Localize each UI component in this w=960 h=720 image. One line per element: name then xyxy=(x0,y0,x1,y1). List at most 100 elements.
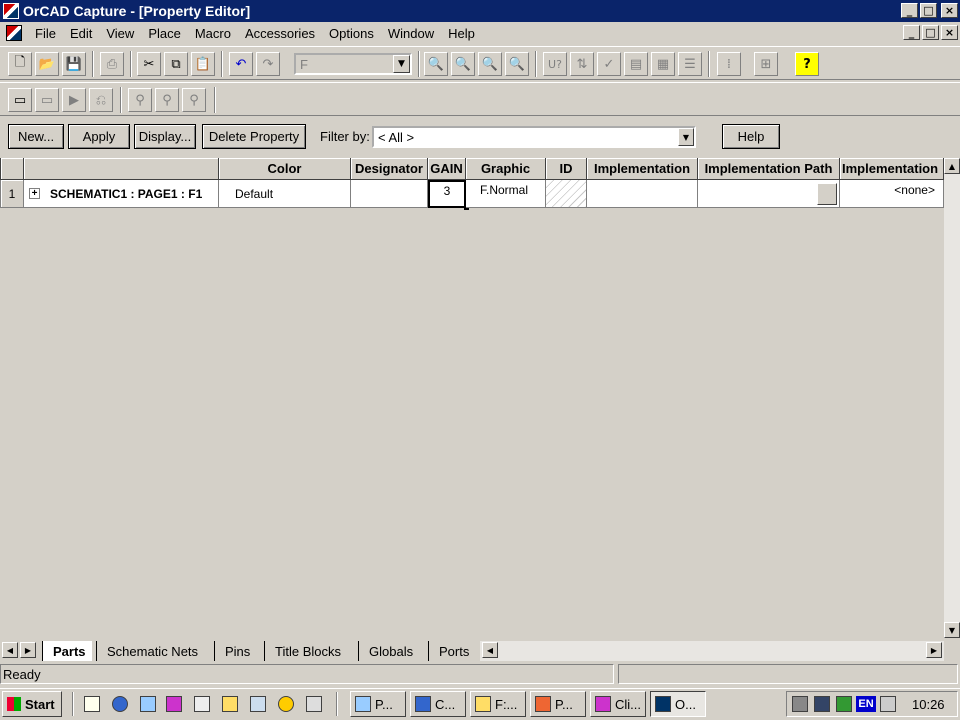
close-button[interactable]: × xyxy=(941,3,958,18)
quick-launch-notepad-icon[interactable] xyxy=(84,696,100,712)
bill-of-materials-icon[interactable]: ☰ xyxy=(678,52,702,76)
gain-cell[interactable]: 3 xyxy=(428,180,466,208)
quick-launch-misc-icon[interactable] xyxy=(306,696,322,712)
internet-explorer-icon[interactable] xyxy=(112,696,128,712)
display-button[interactable]: Display... xyxy=(134,124,196,149)
tab-globals[interactable]: Globals xyxy=(358,641,419,661)
cross-reference-icon[interactable]: ▦ xyxy=(651,52,675,76)
task-button-1[interactable]: P... xyxy=(350,691,406,717)
help-button[interactable]: Help xyxy=(722,124,780,149)
task-button-5[interactable]: Cli... xyxy=(590,691,646,717)
speaker-icon[interactable] xyxy=(792,696,808,712)
menu-edit[interactable]: Edit xyxy=(63,26,99,41)
menu-view[interactable]: View xyxy=(99,26,141,41)
language-indicator[interactable]: EN xyxy=(856,696,876,712)
step-icon[interactable]: ⎌ xyxy=(89,88,113,112)
paste-icon[interactable]: 📋 xyxy=(191,52,215,76)
designator-cell[interactable] xyxy=(351,180,428,208)
column-header-color[interactable]: Color xyxy=(219,158,351,180)
zoom-all-icon[interactable]: 🔍 xyxy=(505,52,529,76)
task-button-2[interactable]: C... xyxy=(410,691,466,717)
project-manager-icon[interactable]: ⊞ xyxy=(754,52,778,76)
doc-maximize-button[interactable]: □ xyxy=(922,25,939,40)
menu-accessories[interactable]: Accessories xyxy=(238,26,322,41)
folder-icon[interactable] xyxy=(222,696,238,712)
run-icon[interactable]: ▶ xyxy=(62,88,86,112)
back-annotate-icon[interactable]: ⇅ xyxy=(570,52,594,76)
tab-parts[interactable]: Parts xyxy=(42,641,92,661)
color-cell[interactable]: Default xyxy=(219,180,351,208)
quick-launch-search-icon[interactable] xyxy=(140,696,156,712)
implementation-type-cell[interactable]: <none> xyxy=(840,180,944,208)
design-rules-check-icon[interactable]: ✓ xyxy=(597,52,621,76)
tray-umbrella-icon[interactable] xyxy=(836,696,852,712)
scroll-down-icon[interactable]: ▼ xyxy=(944,622,960,638)
tab-ports[interactable]: Ports xyxy=(428,641,475,661)
tab-pins[interactable]: Pins xyxy=(214,641,256,661)
name-column-header[interactable] xyxy=(24,158,219,180)
network-icon[interactable] xyxy=(814,696,830,712)
find-all-icon[interactable]: ⚲ xyxy=(182,88,206,112)
zoom-area-icon[interactable]: 🔍 xyxy=(478,52,502,76)
column-header-gain[interactable]: GAIN xyxy=(428,158,466,180)
tab-scroll-left-icon[interactable]: ◀ xyxy=(2,642,18,658)
hscroll-right-icon[interactable]: ▶ xyxy=(926,642,942,658)
tray-misc-icon[interactable] xyxy=(880,696,896,712)
quick-launch-tool-icon[interactable] xyxy=(250,696,266,712)
find-next-icon[interactable]: ⚲ xyxy=(155,88,179,112)
menu-help[interactable]: Help xyxy=(441,26,482,41)
property-sheet-icon[interactable]: ▭ xyxy=(35,88,59,112)
horizontal-scrollbar[interactable] xyxy=(480,641,944,661)
column-header-designator[interactable]: Designator xyxy=(351,158,428,180)
scroll-up-icon[interactable]: ▲ xyxy=(944,158,960,174)
menu-file[interactable]: File xyxy=(28,26,63,41)
redo-icon[interactable]: ↷ xyxy=(256,52,280,76)
hscroll-left-icon[interactable]: ◀ xyxy=(482,642,498,658)
print-icon[interactable]: ⎙ xyxy=(100,52,124,76)
implementation-path-cell[interactable] xyxy=(698,180,840,208)
netlist-icon[interactable]: ▤ xyxy=(624,52,648,76)
orcad-app-icon[interactable] xyxy=(3,3,19,19)
column-header-id[interactable]: ID xyxy=(546,158,587,180)
new-button[interactable]: New... xyxy=(8,124,64,149)
annotate-icon[interactable]: U? xyxy=(543,52,567,76)
open-folder-icon[interactable]: 📂 xyxy=(35,52,59,76)
menu-macro[interactable]: Macro xyxy=(188,26,238,41)
help-icon[interactable]: ? xyxy=(795,52,819,76)
copy-icon[interactable]: ⧉ xyxy=(164,52,188,76)
column-header-implementation-type[interactable]: Implementation xyxy=(840,158,944,180)
task-button-4[interactable]: P... xyxy=(530,691,586,717)
zoom-in-icon[interactable]: 🔍 xyxy=(424,52,448,76)
new-property-icon[interactable]: ▭ xyxy=(8,88,32,112)
menu-place[interactable]: Place xyxy=(141,26,188,41)
expand-icon[interactable]: + xyxy=(29,188,40,199)
delete-property-button[interactable]: Delete Property xyxy=(202,124,306,149)
tab-title-blocks[interactable]: Title Blocks xyxy=(264,641,347,661)
start-button[interactable]: Start xyxy=(2,691,62,717)
media-player-icon[interactable] xyxy=(278,696,294,712)
clock[interactable]: 10:26 xyxy=(912,697,945,712)
doc-minimize-button[interactable]: _ xyxy=(903,25,920,40)
row-header-corner[interactable] xyxy=(0,158,24,180)
browse-button[interactable] xyxy=(817,183,837,205)
implementation-cell[interactable] xyxy=(587,180,698,208)
apply-button[interactable]: Apply xyxy=(68,124,130,149)
task-button-3[interactable]: F:... xyxy=(470,691,526,717)
graphic-cell[interactable]: F.Normal xyxy=(466,180,546,208)
column-header-implementation[interactable]: Implementation xyxy=(587,158,698,180)
vertical-scrollbar[interactable] xyxy=(944,158,960,638)
new-file-icon[interactable]: 🗋 xyxy=(8,52,32,76)
find-icon[interactable]: ⚲ xyxy=(128,88,152,112)
column-header-graphic[interactable]: Graphic xyxy=(466,158,546,180)
chevron-down-icon[interactable]: ▼ xyxy=(393,55,410,73)
column-header-implementation-path[interactable]: Implementation Path xyxy=(698,158,840,180)
part-name-combo[interactable]: F ▼ xyxy=(294,53,412,75)
cut-icon[interactable]: ✂ xyxy=(137,52,161,76)
row-number[interactable]: 1 xyxy=(0,180,24,208)
title-bar[interactable]: OrCAD Capture - [Property Editor] _ □ × xyxy=(0,0,960,22)
minimize-button[interactable]: _ xyxy=(901,3,918,18)
chevron-down-icon[interactable]: ▼ xyxy=(678,128,694,146)
part-name-cell[interactable]: + SCHEMATIC1 : PAGE1 : F1 xyxy=(24,180,219,208)
filter-select[interactable]: < All > ▼ xyxy=(372,126,696,148)
zoom-out-icon[interactable]: 🔍 xyxy=(451,52,475,76)
